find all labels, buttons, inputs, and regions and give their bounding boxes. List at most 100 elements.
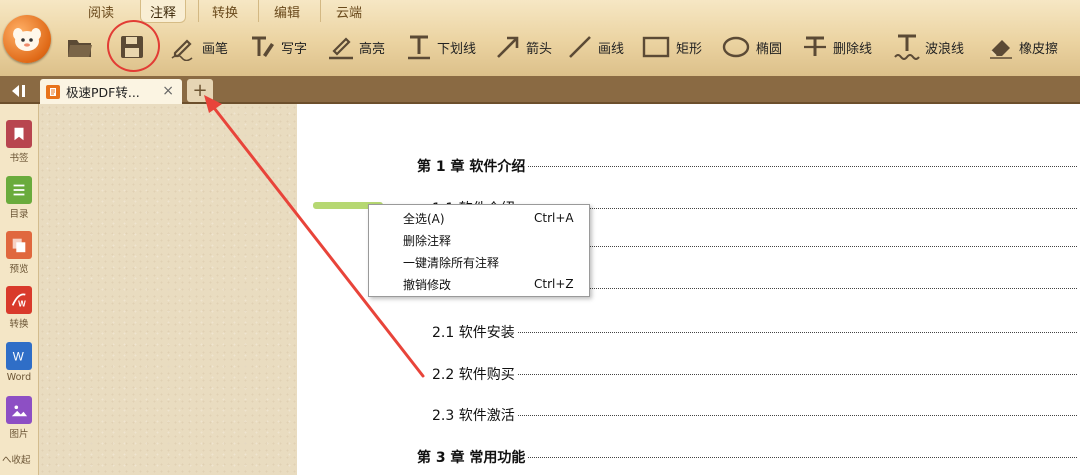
pen-tool-label: 画笔	[202, 41, 229, 57]
toc-entry[interactable]: 第 1 章 软件介绍 3	[417, 156, 1080, 176]
toc-entry[interactable]: 第 3 章 常用功能 8	[417, 447, 1080, 467]
tab-close-icon[interactable]: ×	[162, 83, 174, 99]
menu-item-select-all[interactable]: 全选(A) Ctrl+A	[369, 207, 589, 229]
pdf-file-icon	[46, 84, 60, 99]
sidebar-item-label: 预览	[9, 264, 29, 275]
pen-tool[interactable]: 画笔	[170, 32, 228, 62]
highlight-tool[interactable]: 高亮	[327, 32, 385, 62]
underline-icon	[408, 35, 430, 60]
rectangle-tool[interactable]: 矩形	[640, 32, 702, 62]
svg-text:W: W	[18, 299, 26, 308]
menu-item-clear-all-annotations[interactable]: 一键清除所有注释	[369, 251, 589, 273]
eraser-icon	[990, 40, 1012, 59]
menu-item-label: 一键清除所有注释	[403, 255, 500, 270]
eraser-tool[interactable]: 橡皮擦	[987, 32, 1058, 62]
sidebar-item-toc[interactable]: 目录	[0, 176, 38, 220]
arrow-tool-label: 箭头	[526, 41, 553, 57]
toc-entry[interactable]: 2.2 软件购买 6	[432, 364, 1080, 384]
arrow-tool[interactable]: 箭头	[494, 32, 552, 62]
highlight-icon	[329, 37, 353, 60]
collapse-sidebar-button[interactable]: へ收起	[2, 452, 31, 466]
strikethrough-icon	[804, 36, 826, 56]
toolbar: 阅读 注释 转换 编辑 云端 画笔 写字 高亮 下划线 箭头 画线 矩形 椭圆 …	[0, 0, 1080, 76]
folder-icon	[68, 40, 92, 57]
toc-entry[interactable]: 2.1 软件安装 4	[432, 322, 1080, 342]
ellipse-icon	[722, 36, 750, 58]
sidebar-item-label: 转换	[9, 319, 29, 330]
toc-entry-title: 第 1 章 软件介绍	[417, 159, 526, 175]
rectangle-icon	[642, 36, 670, 58]
rectangle-tool-label: 矩形	[676, 41, 703, 57]
sidebar-item-bookmark[interactable]: 书签	[0, 120, 38, 164]
word-icon: W	[6, 342, 32, 370]
wavy-line-icon	[894, 34, 920, 60]
tab-annotate[interactable]: 注释	[140, 0, 186, 23]
new-tab-button[interactable]: +	[187, 79, 213, 102]
menu-item-shortcut: Ctrl+A	[534, 211, 574, 225]
preview-icon	[6, 231, 32, 259]
arrow-icon	[497, 36, 519, 58]
sidebar-item-preview[interactable]: 预览	[0, 231, 38, 275]
tab-edit[interactable]: 编辑	[258, 0, 315, 22]
document-tab[interactable]: 极速PDF转... ×	[40, 79, 182, 104]
sidebar-item-label: 书签	[9, 153, 29, 164]
eraser-tool-label: 橡皮擦	[1019, 41, 1059, 57]
tab-convert[interactable]: 转换	[198, 0, 251, 22]
document-tab-title: 极速PDF转...	[66, 85, 140, 100]
menu-item-shortcut: Ctrl+Z	[534, 277, 574, 291]
strikethrough-tool[interactable]: 删除线	[801, 32, 872, 62]
save-highlight-circle	[107, 20, 160, 72]
write-tool-label: 写字	[281, 41, 308, 57]
toc-leader	[517, 208, 1077, 209]
sidebar-item-convert[interactable]: W 转换	[0, 286, 38, 330]
toc-entry-title: 2.2 软件购买	[432, 367, 515, 383]
menu-item-delete-annotation[interactable]: 删除注释	[369, 229, 589, 251]
sidebar-item-label: Word	[6, 372, 32, 383]
sidebar-item-word[interactable]: W Word	[0, 342, 38, 383]
side-panel	[39, 104, 297, 475]
document-tab-bar: 极速PDF转... × +	[0, 76, 1080, 104]
wavy-line-tool-label: 波浪线	[925, 41, 965, 57]
toc-leader	[528, 166, 1077, 167]
toc-leader	[517, 415, 1077, 416]
pdf-to-word-icon: W	[6, 286, 32, 314]
image-icon	[6, 396, 32, 424]
ellipse-tool-label: 椭圆	[756, 41, 783, 57]
bookmark-icon	[6, 120, 32, 148]
underline-tool-label: 下划线	[437, 41, 477, 57]
highlight-tool-label: 高亮	[359, 41, 386, 57]
menu-item-label: 撤销修改	[403, 277, 452, 292]
sidebar-item-label: 目录	[9, 209, 29, 220]
write-text-icon	[252, 36, 274, 57]
toc-leader	[528, 457, 1077, 458]
ellipse-tool[interactable]: 椭圆	[720, 32, 782, 62]
toc-entry[interactable]: 2.3 软件激活 7	[432, 405, 1080, 425]
menu-item-undo[interactable]: 撤销修改 Ctrl+Z	[369, 273, 589, 295]
strikethrough-tool-label: 删除线	[833, 41, 873, 57]
tab-cloud[interactable]: 云端	[320, 0, 377, 22]
sidebar-item-label: 图片	[9, 429, 29, 440]
collapse-sidebar-icon[interactable]	[10, 83, 30, 99]
wavy-line-tool[interactable]: 波浪线	[893, 32, 964, 62]
toc-entry-title: 2.1 软件安装	[432, 325, 515, 341]
tab-read[interactable]: 阅读	[80, 0, 122, 22]
open-button[interactable]	[66, 32, 98, 62]
svg-text:W: W	[13, 351, 24, 364]
pen-icon	[171, 39, 193, 61]
sidebar-item-image[interactable]: 图片	[0, 396, 38, 440]
toc-entry-title: 2.3 软件激活	[432, 408, 515, 424]
line-tool[interactable]: 画线	[566, 32, 624, 62]
toc-leader	[517, 374, 1077, 375]
app-logo[interactable]	[3, 15, 51, 63]
underline-tool[interactable]: 下划线	[405, 32, 476, 62]
line-icon	[569, 36, 591, 58]
write-tool[interactable]: 写字	[249, 32, 307, 62]
toc-icon	[6, 176, 32, 204]
context-menu: 全选(A) Ctrl+A 删除注释 一键清除所有注释 撤销修改 Ctrl+Z	[368, 204, 590, 297]
sidebar: 书签 目录 预览 W 转换 W Word 图片 へ收起	[0, 104, 39, 475]
line-tool-label: 画线	[598, 41, 625, 57]
menu-item-label: 全选(A)	[403, 211, 445, 226]
toc-leader	[517, 332, 1077, 333]
menu-item-label: 删除注释	[403, 233, 452, 248]
toc-entry-title: 第 3 章 常用功能	[417, 450, 526, 466]
